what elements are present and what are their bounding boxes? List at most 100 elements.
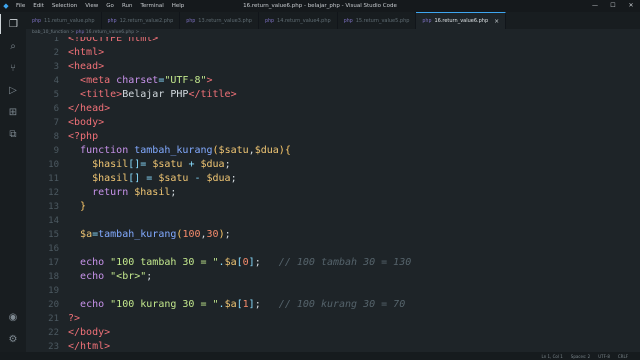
code-line: 5 <title>Belajar PHP</title>	[26, 88, 640, 102]
php-file-icon: php	[264, 17, 275, 24]
tab-return-value[interactable]: php 11.return_value.php	[26, 12, 102, 29]
line-number: 20	[48, 300, 59, 310]
line-ending[interactable]: CRLF	[618, 354, 628, 359]
title-bar: ◆ File Edit Selection View Go Run Termin…	[0, 0, 640, 12]
close-window-button[interactable]: ✕	[622, 0, 640, 12]
php-file-icon: php	[422, 18, 432, 24]
settings-icon[interactable]: ⚙	[0, 329, 26, 349]
code-text: $a=tambah_kurang(100,30);	[68, 228, 231, 242]
code-token: $hasil	[134, 187, 171, 198]
tab-label: 13.return_value3.php	[198, 17, 252, 24]
code-line: 8 <?php	[26, 130, 640, 144]
code-token: $a	[224, 299, 237, 310]
code-token: // 100 tambah 30 = 130	[278, 257, 412, 268]
tab-label: 15.return_value5.php	[355, 17, 410, 24]
breadcrumb-folder[interactable]: bab_10_function	[32, 30, 69, 35]
code-token: Belajar PHP	[122, 89, 189, 100]
menu-selection[interactable]: Selection	[48, 3, 81, 9]
maximize-button[interactable]: ☐	[604, 0, 622, 12]
code-line: 16	[26, 242, 640, 256]
code-token: <meta	[80, 75, 117, 86]
menu-help[interactable]: Help	[168, 3, 189, 9]
code-editor[interactable]: 1 <!DOCTYPE html> 2 <html> 3 <head> 4 <meta ch…	[26, 37, 640, 352]
php-file-icon: php	[186, 17, 196, 24]
code-text: ?>	[68, 312, 80, 326]
explorer-icon[interactable]: ❐	[0, 14, 26, 34]
menu-bar: File Edit Selection View Go Run Terminal…	[12, 3, 188, 9]
breadcrumb-tail[interactable]: > ...	[136, 30, 146, 35]
run-debug-icon[interactable]: ▷	[0, 80, 26, 100]
tab-return-value2[interactable]: php 12.return_value2.php	[102, 12, 181, 29]
source-control-icon[interactable]: ⑂	[0, 58, 26, 78]
line-number: 22	[48, 328, 59, 338]
line-number: 10	[48, 160, 59, 170]
code-text: <body>	[68, 116, 104, 130]
remote-icon[interactable]: ⧉	[0, 124, 26, 144]
search-icon[interactable]: ⌕	[0, 36, 26, 56]
line-number: 3	[53, 62, 59, 72]
cursor-position[interactable]: Ln 1, Col 1	[541, 354, 562, 359]
code-token: $hasil	[92, 173, 129, 184]
activity-bar: ❐ ⌕ ⑂ ▷ ⊞ ⧉ ◉ ⚙	[0, 12, 26, 352]
line-number: 7	[53, 118, 59, 128]
line-number: 13	[48, 202, 59, 212]
code-line: 2 <html>	[26, 46, 640, 60]
code-token: tambah_kurang	[98, 229, 177, 240]
line-number: 2	[53, 48, 59, 58]
vscode-logo-icon: ◆	[3, 2, 9, 10]
code-token: echo	[80, 271, 111, 282]
code-token: "UTF-8"	[164, 75, 207, 86]
menu-terminal[interactable]: Terminal	[136, 3, 167, 9]
code-token: charset	[116, 75, 159, 86]
line-number: 23	[48, 342, 59, 352]
code-token: $dua	[206, 173, 231, 184]
code-token: // 100 kurang 30 = 70	[278, 299, 406, 310]
close-tab-icon[interactable]: ×	[494, 18, 499, 25]
line-number: 19	[48, 286, 59, 296]
encoding[interactable]: UTF-8	[598, 354, 610, 359]
code-token: =	[140, 159, 153, 170]
code-text: <meta charset="UTF-8">	[68, 74, 213, 88]
accounts-icon[interactable]: ◉	[0, 307, 26, 327]
status-bar: Ln 1, Col 1 Spaces: 2 UTF-8 CRLF	[0, 352, 640, 360]
code-token: ;	[224, 159, 231, 170]
code-line: 12 return $hasil;	[26, 186, 640, 200]
code-text: $hasil[]= $satu + $dua;	[68, 158, 231, 172]
indentation[interactable]: Spaces: 2	[571, 354, 590, 359]
extensions-icon[interactable]: ⊞	[0, 102, 26, 122]
menu-file[interactable]: File	[12, 3, 29, 9]
code-token: $a	[80, 229, 93, 240]
code-line: 7 <body>	[26, 116, 640, 130]
tab-return-value3[interactable]: php 13.return_value3.php	[180, 12, 259, 29]
menu-run[interactable]: Run	[118, 3, 137, 9]
code-token: 100	[182, 229, 201, 240]
tab-return-value4[interactable]: php 14.return_value4.php	[259, 12, 338, 29]
code-token: 30	[206, 229, 219, 240]
minimize-button[interactable]: —	[586, 0, 604, 12]
tab-return-value6[interactable]: php 16.return_value6.php ×	[416, 12, 507, 29]
code-token: </head>	[68, 103, 111, 114]
code-text: <title>Belajar PHP</title>	[68, 88, 237, 102]
menu-view[interactable]: View	[81, 3, 102, 9]
code-text: return $hasil;	[68, 186, 176, 200]
code-text: <html>	[68, 46, 104, 60]
code-line: 18 echo "<br>";	[26, 270, 640, 284]
code-token: echo	[80, 257, 111, 268]
menu-go[interactable]: Go	[102, 3, 118, 9]
menu-edit[interactable]: Edit	[29, 3, 48, 9]
php-file-icon: php	[75, 30, 85, 35]
code-text: function tambah_kurang($satu,$dua){	[68, 144, 291, 158]
tab-return-value5[interactable]: php 15.return_value5.php	[338, 12, 417, 29]
editor-tabs: php 11.return_value.php php 12.return_va…	[26, 12, 640, 29]
code-line: 14	[26, 214, 640, 228]
breadcrumb-file[interactable]: 16.return_value6.php	[86, 30, 134, 35]
code-token: tambah_kurang	[134, 145, 213, 156]
code-line: 11 $hasil[] = $satu - $dua;	[26, 172, 640, 186]
window-controls: — ☐ ✕	[586, 0, 640, 12]
code-text: </html>	[68, 340, 110, 352]
